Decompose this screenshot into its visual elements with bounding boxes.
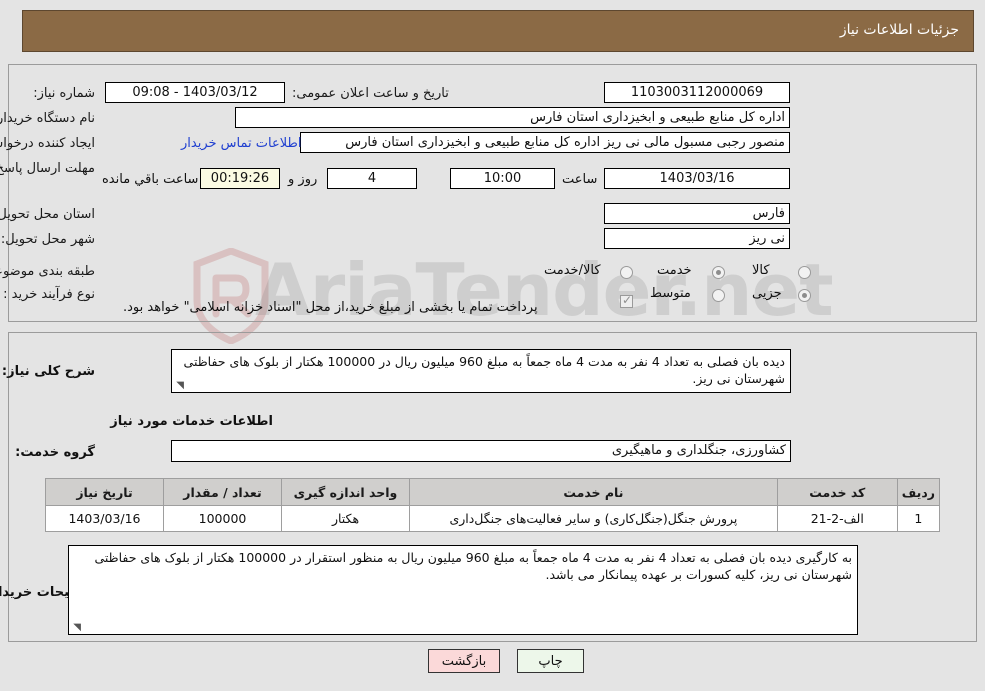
page-root: AriaTender.net جزئیات اطلاعات نیاز شماره…	[0, 0, 985, 691]
category-radio-kala[interactable]	[798, 266, 811, 279]
delivery-city-label: شهر محل تحویل:	[0, 232, 95, 247]
category-radio-kala-khedmat-label: کالا/خدمت	[544, 263, 601, 278]
category-radio-khedmat-label: خدمت	[657, 263, 692, 278]
table-header-unit: واحد اندازه گیری	[281, 478, 410, 506]
cell-row-no: 1	[896, 505, 941, 532]
category-radio-kala-label: کالا	[752, 263, 770, 278]
table-header-row-no: ردیف	[896, 478, 941, 506]
public-announce-value: 1403/03/12 - 09:08	[105, 82, 285, 103]
table-header-row: ردیف کد خدمت نام خدمت واحد اندازه گیری ت…	[45, 478, 941, 506]
resize-grip-icon[interactable]: ◥	[174, 381, 184, 391]
purchase-process-radio-jozie[interactable]	[798, 289, 811, 302]
service-group-value: کشاورزی، جنگلداری و ماهیگیری	[171, 440, 791, 462]
category-radio-kala-khedmat[interactable]	[620, 266, 633, 279]
general-description-value[interactable]: دیده بان فصلی به تعداد 4 نفر به مدت 4 ما…	[171, 349, 791, 393]
services-section-title: اطلاعات خدمات مورد نیاز	[110, 414, 273, 429]
category-radio-khedmat[interactable]	[712, 266, 725, 279]
deadline-time-value: 10:00	[450, 168, 555, 189]
cell-need-date: 1403/03/16	[45, 505, 164, 532]
cell-code: الف-2-21	[776, 505, 898, 532]
response-deadline-label: مهلت ارسال پاسخ: تا تاریخ:	[0, 161, 95, 176]
delivery-province-label: استان محل تحویل:	[0, 207, 95, 222]
purchase-process-radio-jozie-label: جزیی	[752, 286, 782, 301]
deadline-time-label: ساعت	[562, 172, 598, 187]
category-label: طبقه بندی موضوعی:	[0, 264, 95, 279]
payment-note-text: پرداخت تمام یا بخشی از مبلغ خرید،از محل …	[123, 300, 538, 315]
services-table: ردیف کد خدمت نام خدمت واحد اندازه گیری ت…	[45, 478, 941, 532]
general-description-text: دیده بان فصلی به تعداد 4 نفر به مدت 4 ما…	[183, 354, 785, 386]
buyer-org-label: نام دستگاه خریدار:	[0, 111, 95, 126]
purchase-process-radio-motavaset[interactable]	[712, 289, 725, 302]
page-header: جزئیات اطلاعات نیاز	[22, 10, 974, 52]
request-creator-value: منصور رجبی مسبول مالی نی ریز اداره کل من…	[300, 132, 790, 153]
cell-name: پرورش جنگل(جنگل‌کاری) و سایر فعالیت‌های …	[409, 505, 778, 532]
cell-quantity: 100000	[163, 505, 282, 532]
deadline-countdown-value: 00:19:26	[200, 168, 280, 189]
delivery-city-value: نی ریز	[604, 228, 790, 249]
print-button[interactable]: چاپ	[517, 649, 584, 673]
payment-note-checkbox[interactable]	[620, 293, 633, 308]
delivery-province-value: فارس	[604, 203, 790, 224]
table-header-code: کد خدمت	[776, 478, 898, 506]
need-number-value: 1103003112000069	[604, 82, 790, 103]
general-description-label: شرح کلی نیاز:	[1, 364, 95, 379]
table-header-quantity: تعداد / مقدار	[163, 478, 282, 506]
page-title: جزئیات اطلاعات نیاز	[839, 22, 959, 38]
table-row: 1 الف-2-21 پرورش جنگل(جنگل‌کاری) و سایر …	[45, 505, 941, 532]
purchase-process-radio-motavaset-label: متوسط	[650, 286, 691, 301]
table-header-name: نام خدمت	[409, 478, 778, 506]
request-creator-label: ایجاد کننده درخواست:	[0, 136, 95, 151]
deadline-date-value: 1403/03/16	[604, 168, 790, 189]
service-group-label: گروه خدمت:	[15, 445, 95, 460]
deadline-days-label: روز و	[288, 172, 318, 187]
deadline-days-value: 4	[327, 168, 417, 189]
buyer-contact-link[interactable]: اطلاعات تماس خریدار	[181, 136, 301, 151]
back-button[interactable]: بازگشت	[428, 649, 500, 673]
deadline-countdown-label: ساعت باقي مانده	[102, 172, 199, 187]
cell-unit: هکتار	[281, 505, 410, 532]
table-header-need-date: تاریخ نیاز	[45, 478, 164, 506]
purchase-process-label: نوع فرآیند خرید :	[3, 287, 95, 302]
buyer-org-value: اداره کل منابع طبیعی و ابخیزداری استان ف…	[235, 107, 790, 128]
buyer-notes-value[interactable]: به کارگیری دیده بان فصلی به تعداد 4 نفر …	[68, 545, 858, 635]
resize-grip-icon-2[interactable]: ◥	[71, 623, 81, 633]
buyer-notes-text: به کارگیری دیده بان فصلی به تعداد 4 نفر …	[94, 550, 852, 582]
need-number-label: شماره نیاز:	[33, 86, 95, 101]
public-announce-label: تاریخ و ساعت اعلان عمومی:	[292, 86, 449, 101]
